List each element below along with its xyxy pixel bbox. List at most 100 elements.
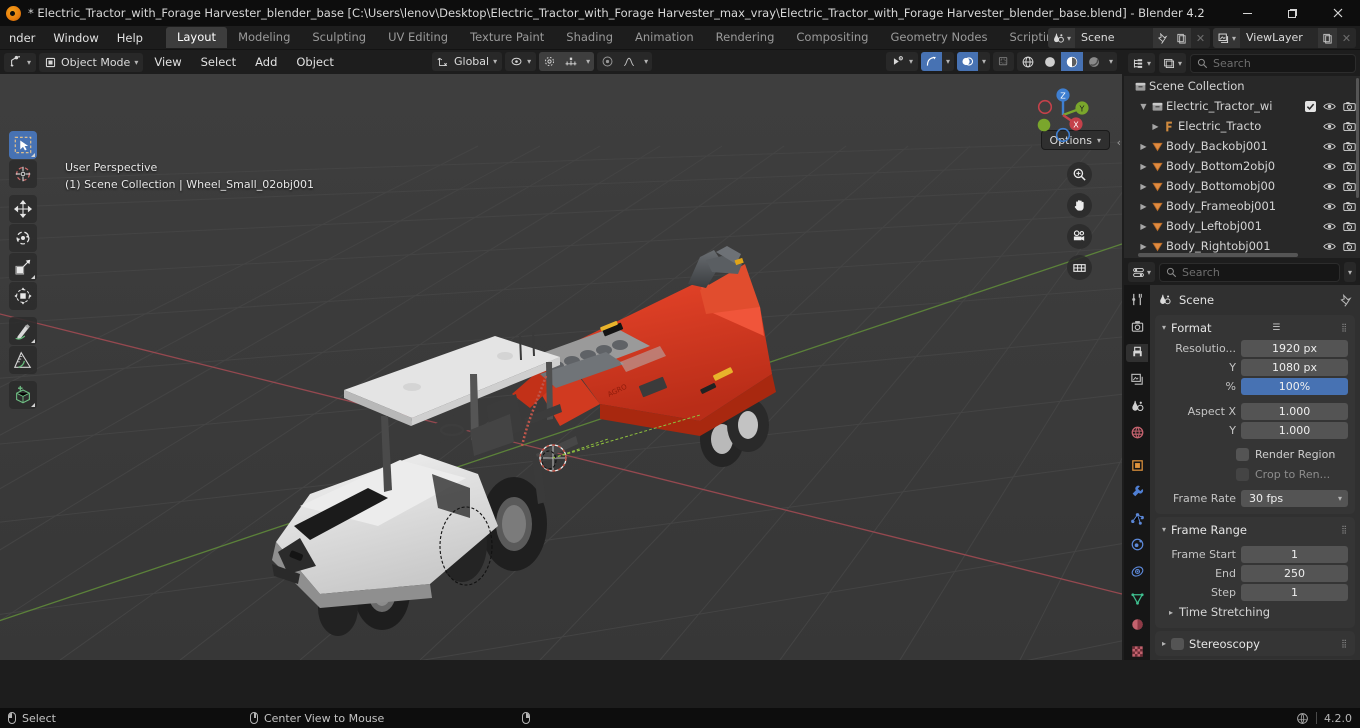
- transform-orientation-selector[interactable]: Global ▾: [432, 52, 503, 71]
- disable-in-renders-icon[interactable]: [1343, 121, 1356, 132]
- outliner-row-body-left[interactable]: ▶ Body_Leftobj001: [1124, 216, 1360, 236]
- disable-in-renders-icon[interactable]: [1343, 221, 1356, 232]
- overlays-dropdown-icon[interactable]: ▾: [978, 52, 990, 71]
- outliner-tree[interactable]: Scene Collection ▼ Electric_Tractor_wi ▶…: [1124, 76, 1360, 258]
- properties-editor-type-button[interactable]: ▾: [1128, 262, 1156, 282]
- gizmo-dropdown-icon[interactable]: ▾: [942, 52, 954, 71]
- tab-sculpting[interactable]: Sculpting: [301, 27, 377, 48]
- outliner-row-scene-collection[interactable]: Scene Collection: [1124, 76, 1360, 96]
- tab-modeling[interactable]: Modeling: [227, 27, 301, 48]
- scene-name-field[interactable]: Scene: [1074, 28, 1153, 48]
- menu-render[interactable]: nder: [0, 26, 44, 50]
- panel-frame-range-header[interactable]: ▾ Frame Range ⣿: [1155, 519, 1355, 540]
- material-preview-shading-icon[interactable]: [1060, 52, 1083, 71]
- field-resolution-x[interactable]: 1920 px: [1241, 339, 1348, 357]
- hide-in-viewport-icon[interactable]: [1323, 161, 1336, 172]
- outliner-row-electric-tractor-collection[interactable]: ▼ Electric_Tractor_wi: [1124, 96, 1360, 116]
- field-frame-step[interactable]: 1: [1241, 583, 1348, 601]
- disclosure-triangle-icon[interactable]: ▶: [1138, 162, 1149, 171]
- tool-measure[interactable]: [9, 346, 37, 374]
- tool-annotate[interactable]: [9, 317, 37, 345]
- pin-id-icon[interactable]: [1339, 293, 1352, 307]
- outliner-row-body-back[interactable]: ▶ Body_Backobj001: [1124, 136, 1360, 156]
- tab-particles[interactable]: [1126, 510, 1148, 528]
- new-scene-icon[interactable]: [1171, 28, 1191, 48]
- minimize-button[interactable]: [1225, 0, 1270, 26]
- tab-object-data[interactable]: [1126, 589, 1148, 607]
- outliner-search-input[interactable]: Search: [1190, 53, 1356, 73]
- disclosure-triangle-icon[interactable]: ▶: [1138, 142, 1149, 151]
- subpanel-time-stretching[interactable]: ▸ Time Stretching: [1155, 602, 1355, 622]
- viewport-menu-view[interactable]: View: [146, 53, 189, 72]
- viewport-menu-add[interactable]: Add: [247, 53, 285, 72]
- tool-add-cube[interactable]: [9, 381, 37, 409]
- outliner-horizontal-scrollbar[interactable]: [1138, 253, 1298, 257]
- hide-in-viewport-icon[interactable]: [1323, 181, 1336, 192]
- shading-dropdown-icon[interactable]: ▾: [1105, 52, 1117, 71]
- viewlayer-icon[interactable]: ▾: [1212, 28, 1240, 48]
- chevron-down-icon[interactable]: ▾: [1162, 525, 1166, 534]
- disable-in-renders-icon[interactable]: [1343, 201, 1356, 212]
- close-button[interactable]: [1315, 0, 1360, 26]
- model-electric-tractor-with-forage-harvester[interactable]: AGRO: [0, 74, 1122, 660]
- tab-geometry-nodes[interactable]: Geometry Nodes: [879, 27, 998, 48]
- tool-select-box[interactable]: [9, 131, 37, 159]
- tab-render[interactable]: [1126, 318, 1148, 336]
- tool-transform[interactable]: [9, 282, 37, 310]
- disable-in-renders-icon[interactable]: [1343, 241, 1356, 252]
- field-aspect-x[interactable]: 1.000: [1241, 402, 1348, 420]
- tab-animation[interactable]: Animation: [624, 27, 705, 48]
- toggle-orthographic-icon[interactable]: [1067, 255, 1092, 280]
- hide-in-viewport-icon[interactable]: [1323, 201, 1336, 212]
- snap-dropdown-icon[interactable]: ▾: [582, 52, 595, 71]
- outliner-vertical-scrollbar[interactable]: [1356, 78, 1359, 198]
- tab-tool[interactable]: [1126, 291, 1148, 309]
- viewlayer-selector[interactable]: ▾ ViewLayer ✕: [1212, 28, 1356, 48]
- panel-format-header[interactable]: ▾ Format ☰ ⣿: [1155, 317, 1355, 338]
- field-frame-rate[interactable]: 30 fps ▾: [1241, 489, 1348, 507]
- sidebar-collapse-arrow-icon[interactable]: ‹: [1117, 136, 1121, 149]
- exclude-checkbox[interactable]: [1305, 100, 1316, 112]
- wireframe-shading-icon[interactable]: [1017, 52, 1039, 71]
- properties-options-button[interactable]: ▾: [1343, 262, 1356, 282]
- disclosure-triangle-icon[interactable]: ▶: [1138, 222, 1149, 231]
- field-percent[interactable]: 100%: [1241, 377, 1348, 395]
- panel-stereoscopy-header[interactable]: ▸ Stereoscopy ⣿: [1155, 633, 1355, 654]
- falloff-curve-icon[interactable]: [618, 52, 640, 71]
- render-region-checkbox[interactable]: [1236, 447, 1249, 461]
- viewport-canvas[interactable]: AGRO User Perspective (1) Scene Collecti…: [0, 74, 1122, 660]
- viewport-menu-select[interactable]: Select: [193, 53, 244, 72]
- tab-constraints[interactable]: [1126, 563, 1148, 581]
- camera-view-icon[interactable]: [1067, 224, 1092, 249]
- hide-in-viewport-icon[interactable]: [1323, 121, 1336, 132]
- disable-in-renders-icon[interactable]: [1343, 141, 1356, 152]
- hide-in-viewport-icon[interactable]: [1323, 221, 1336, 232]
- viewport-menu-object[interactable]: Object: [288, 53, 341, 72]
- hide-in-viewport-icon[interactable]: [1323, 141, 1336, 152]
- proportional-edit-icon[interactable]: [539, 52, 561, 71]
- hide-in-viewport-icon[interactable]: [1323, 241, 1336, 252]
- show-overlays-toggle[interactable]: [956, 52, 978, 71]
- outliner-row-body-bottom2[interactable]: ▶ Body_Bottom2obj0: [1124, 156, 1360, 176]
- field-aspect-y[interactable]: 1.000: [1241, 421, 1348, 439]
- properties-search-input[interactable]: Search: [1159, 262, 1340, 282]
- tab-compositing[interactable]: Compositing: [785, 27, 879, 48]
- maximize-button[interactable]: [1270, 0, 1315, 26]
- scene-icon[interactable]: ▾: [1047, 28, 1075, 48]
- outliner-row-body-frame[interactable]: ▶ Body_Frameobj001: [1124, 196, 1360, 216]
- tab-texture-paint[interactable]: Texture Paint: [459, 27, 555, 48]
- remove-scene-icon[interactable]: ✕: [1190, 28, 1210, 48]
- outliner-editor-type-button[interactable]: ▾: [1128, 53, 1156, 73]
- field-frame-start[interactable]: 1: [1241, 545, 1348, 563]
- snap-magnet-icon[interactable]: [560, 52, 583, 71]
- tab-physics[interactable]: [1126, 536, 1148, 554]
- disable-in-renders-icon[interactable]: [1343, 101, 1356, 112]
- tab-shading[interactable]: Shading: [555, 27, 624, 48]
- rendered-shading-icon[interactable]: [1083, 52, 1105, 71]
- tab-modifiers[interactable]: [1126, 483, 1148, 501]
- tool-cursor[interactable]: [9, 160, 37, 188]
- outliner-row-body-bottom[interactable]: ▶ Body_Bottomobj00: [1124, 176, 1360, 196]
- new-viewlayer-icon[interactable]: [1318, 28, 1337, 48]
- tool-scale[interactable]: [9, 253, 37, 281]
- scene-selector[interactable]: ▾ Scene ✕: [1047, 28, 1210, 48]
